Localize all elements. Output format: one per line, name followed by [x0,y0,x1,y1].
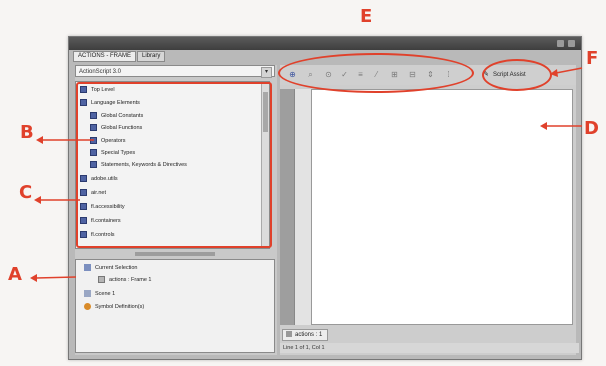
frame-icon [98,276,105,284]
close-icon[interactable] [568,40,575,47]
callout-a: A [8,264,22,285]
scene-icon [84,290,91,298]
arrow-b [36,136,94,144]
tab-library[interactable]: Library [137,51,166,62]
line-number-margin [295,89,311,325]
script-assist-highlight [482,59,552,91]
script-tab[interactable]: actions : 1 [282,329,329,341]
title-bar[interactable] [69,37,581,50]
toolbox-highlight [76,82,272,248]
toolbar-highlight [278,53,474,93]
arrow-d [540,122,582,130]
arrow-f [550,67,583,77]
language-select-value: ActionScript 3.0 [79,69,122,75]
folder-icon [84,264,91,272]
minimize-icon[interactable] [557,40,564,47]
chevron-down-icon[interactable]: ▾ [261,67,272,78]
arrow-a [30,274,77,282]
pane-splitter[interactable] [135,252,215,256]
callout-b: B [20,122,34,143]
callout-f: F [586,48,599,69]
status-bar: Line 1 of 1, Col 1 [280,343,579,353]
nav-item-actions-frame[interactable]: actions : Frame 1 [98,276,152,285]
panel-tabs: ACTIONS - FRAME Library [73,51,166,62]
frame-tab-icon [286,331,292,338]
callout-c: C [19,182,33,203]
callout-d: D [584,118,599,139]
callout-e: E [360,6,373,27]
panel-collapse-gutter[interactable] [280,89,295,325]
right-pane: ⊕ ⌕ ⊙ ✓ ≡ ⁄ ⊞ ⊟ ⇕ ⁞ ✎ Script Assist acti… [280,65,579,355]
script-editor[interactable] [311,89,573,325]
arrow-c [34,196,80,204]
tab-actions-frame[interactable]: ACTIONS - FRAME [73,51,137,62]
nav-item-symbol-definitions[interactable]: Symbol Definition(s) [84,303,144,312]
symbol-icon [84,303,91,311]
script-navigator: Current Selection actions : Frame 1 Scen… [75,259,275,353]
language-select[interactable]: ActionScript 3.0 ▾ [75,65,275,78]
nav-item-current-selection[interactable]: Current Selection [84,264,138,273]
nav-item-scene[interactable]: Scene 1 [84,290,115,299]
